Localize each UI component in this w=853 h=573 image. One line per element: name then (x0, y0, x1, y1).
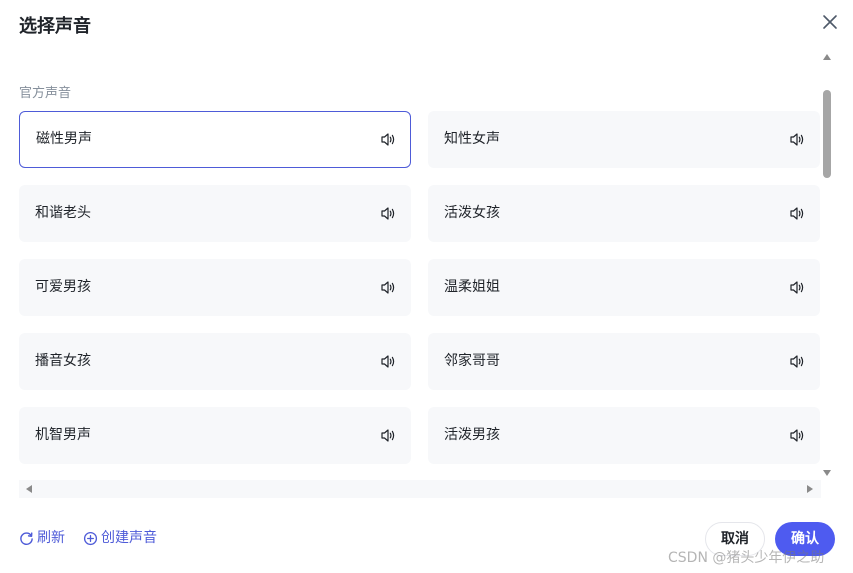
voice-card[interactable]: 磁性男声 (19, 111, 411, 168)
create-voice-button[interactable]: 创建声音 (83, 528, 157, 548)
voice-card-label: 和谐老头 (35, 205, 91, 221)
voice-card[interactable]: 邻家哥哥 (428, 333, 820, 390)
select-voice-dialog: 选择声音 官方声音 磁性男声 知性女声和谐老头 活泼女孩可爱男孩 温柔姐姐播音女孩 邻家… (0, 0, 853, 573)
voice-card[interactable]: 和谐老头 (19, 185, 411, 242)
horizontal-scrollbar[interactable] (19, 480, 821, 498)
close-icon (823, 15, 837, 29)
voice-card[interactable]: 播音女孩 (19, 333, 411, 390)
scroll-up-arrow-icon[interactable] (823, 54, 831, 60)
scroll-right-arrow-icon[interactable] (807, 485, 813, 493)
speaker-icon[interactable] (789, 280, 805, 295)
watermark: CSDN @猪头少年伊之助 (668, 550, 825, 566)
refresh-button[interactable]: 刷新 (19, 528, 65, 548)
refresh-label: 刷新 (37, 530, 65, 546)
voice-card[interactable]: 机智男声 (19, 407, 411, 464)
voice-card[interactable]: 知性女声 (428, 111, 820, 168)
speaker-icon[interactable] (380, 206, 396, 221)
scrollbar-thumb[interactable] (823, 90, 831, 178)
speaker-icon[interactable] (789, 354, 805, 369)
voice-card-label: 磁性男声 (36, 131, 92, 147)
close-button[interactable] (821, 13, 839, 31)
voice-card-label: 邻家哥哥 (444, 353, 500, 369)
voice-card-label: 活泼女孩 (444, 205, 500, 221)
voice-card[interactable]: 活泼女孩 (428, 185, 820, 242)
scroll-left-arrow-icon[interactable] (26, 485, 32, 493)
voice-card-label: 机智男声 (35, 427, 91, 443)
voice-grid: 磁性男声 知性女声和谐老头 活泼女孩可爱男孩 温柔姐姐播音女孩 邻家哥哥机智男声 活泼男孩 (19, 111, 821, 469)
voice-card-label: 知性女声 (444, 131, 500, 147)
scroll-down-arrow-icon[interactable] (823, 470, 831, 476)
voice-card-label: 温柔姐姐 (444, 279, 500, 295)
speaker-icon[interactable] (789, 428, 805, 443)
voice-card-label: 活泼男孩 (444, 427, 500, 443)
speaker-icon[interactable] (789, 132, 805, 147)
voice-card[interactable]: 活泼男孩 (428, 407, 820, 464)
voice-card-label: 播音女孩 (35, 353, 91, 369)
dialog-title: 选择声音 (19, 16, 91, 37)
plus-circle-icon (83, 531, 98, 545)
speaker-icon[interactable] (380, 428, 396, 443)
vertical-scrollbar[interactable] (820, 52, 834, 476)
voice-card[interactable]: 可爱男孩 (19, 259, 411, 316)
voice-card[interactable]: 温柔姐姐 (428, 259, 820, 316)
speaker-icon[interactable] (380, 132, 396, 147)
speaker-icon[interactable] (380, 280, 396, 295)
refresh-icon (20, 531, 33, 545)
speaker-icon[interactable] (789, 206, 805, 221)
speaker-icon[interactable] (380, 354, 396, 369)
voice-card-label: 可爱男孩 (35, 279, 91, 295)
create-voice-label: 创建声音 (101, 530, 157, 546)
section-label-official: 官方声音 (19, 86, 72, 101)
